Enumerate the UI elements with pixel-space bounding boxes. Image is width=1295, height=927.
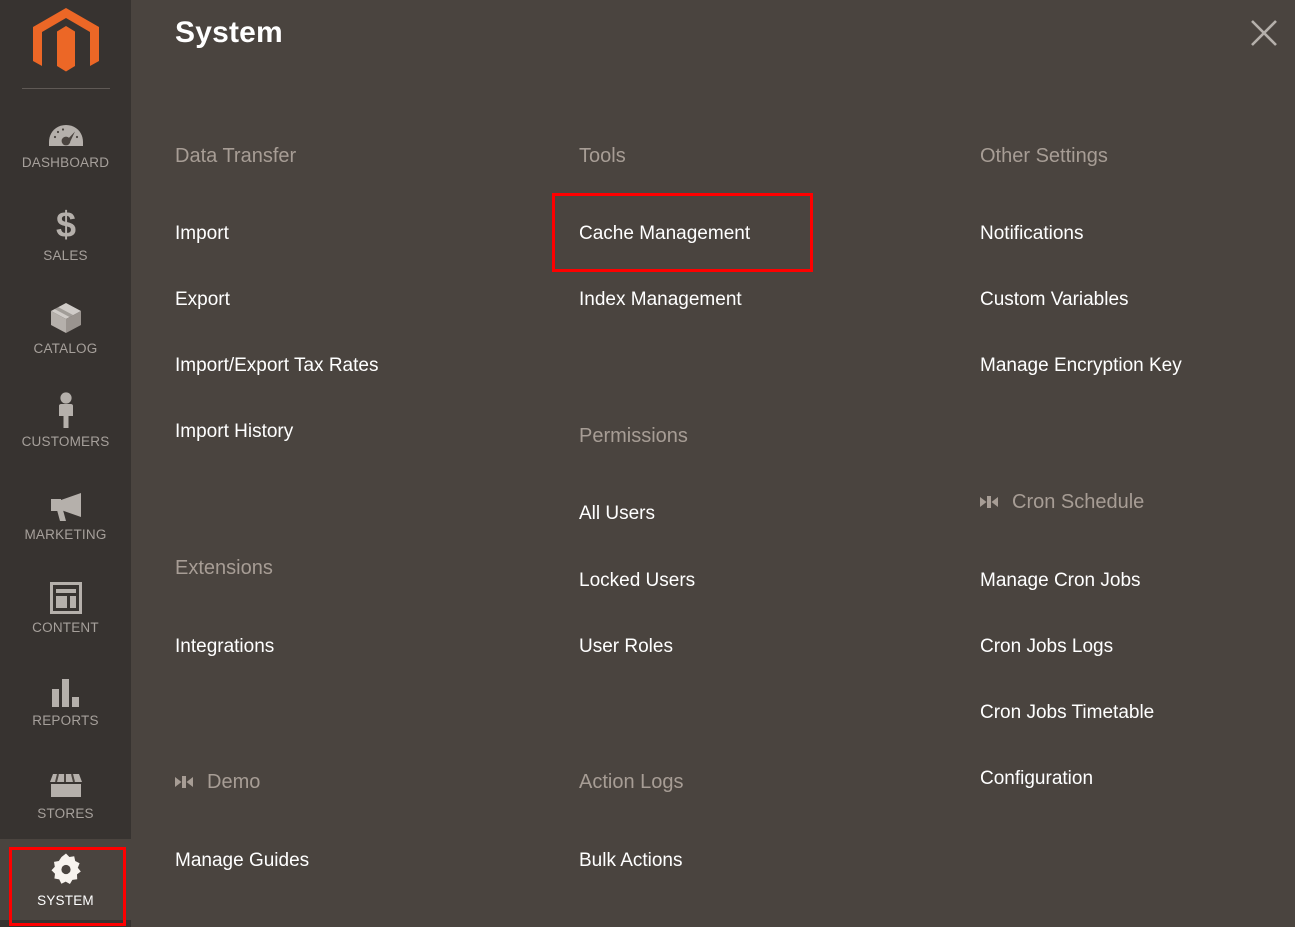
sidebar-item-label: CATALOG [33, 341, 98, 357]
menu-link-manage-guides[interactable]: Manage Guides [175, 851, 309, 870]
group-title: Action Logs [579, 772, 975, 792]
group-title-label: Demo [207, 771, 261, 793]
sidebar-item-label: CONTENT [32, 620, 99, 636]
menu-link-cache-management[interactable]: Cache Management [579, 224, 750, 243]
group-title-label: Action Logs [579, 771, 684, 793]
system-menu-panel: System Data Transfer Import Export Impor… [131, 0, 1295, 927]
menu-link-cron-jobs-logs[interactable]: Cron Jobs Logs [980, 637, 1113, 656]
sidebar-item-customers[interactable]: CUSTOMERS [0, 374, 131, 467]
sidebar-item-content[interactable]: CONTENT [0, 560, 131, 653]
group-title: Permissions [579, 426, 975, 446]
menu-link-bulk-actions[interactable]: Bulk Actions [579, 851, 683, 870]
menu-link-import[interactable]: Import [175, 224, 229, 243]
primary-sidebar: DASHBOARD $ SALES CATALOG CUSTOMERS MARK… [0, 0, 131, 927]
sidebar-item-label: STORES [37, 806, 94, 822]
sidebar-item-label: CUSTOMERS [21, 434, 110, 450]
group-title-label: Extensions [175, 557, 273, 579]
group-title: Other Settings [980, 146, 1290, 166]
megaphone-icon [47, 485, 85, 522]
group-title-label: Data Transfer [175, 145, 297, 167]
sidebar-item-label: MARKETING [24, 527, 107, 543]
group-title-label: Cron Schedule [1012, 491, 1145, 513]
menu-group-extensions: Extensions [175, 558, 575, 578]
menu-link-import-history[interactable]: Import History [175, 422, 293, 441]
group-title-label: Tools [579, 145, 626, 167]
close-icon[interactable] [1244, 13, 1284, 53]
menu-link-all-users[interactable]: All Users [579, 504, 655, 523]
person-icon [55, 392, 77, 429]
sidebar-item-label: SYSTEM [37, 893, 94, 909]
group-title: Tools [579, 146, 975, 166]
bar-chart-icon [51, 671, 81, 708]
group-title: Extensions [175, 558, 575, 578]
sidebar-item-stores[interactable]: STORES [0, 746, 131, 839]
group-title: Cron Schedule [979, 492, 1290, 512]
sidebar-item-marketing[interactable]: MARKETING [0, 467, 131, 560]
menu-group-demo: Demo [175, 772, 575, 792]
menu-link-notifications[interactable]: Notifications [980, 224, 1084, 243]
storefront-icon [48, 764, 84, 800]
menu-link-custom-variables[interactable]: Custom Variables [980, 290, 1129, 309]
sidebar-item-label: REPORTS [32, 713, 99, 729]
menu-link-user-roles[interactable]: User Roles [579, 637, 673, 656]
dollar-sign-icon: $ [53, 206, 79, 242]
sidebar-item-sales[interactable]: $ SALES [0, 188, 131, 281]
menu-link-locked-users[interactable]: Locked Users [579, 571, 695, 590]
menu-group-tools: Tools [579, 146, 975, 166]
commerce-bowtie-icon [174, 775, 194, 789]
menu-link-manage-encryption-key[interactable]: Manage Encryption Key [980, 356, 1182, 375]
menu-group-other-settings: Other Settings [980, 146, 1290, 166]
group-title: Data Transfer [175, 146, 575, 166]
menu-link-manage-cron-jobs[interactable]: Manage Cron Jobs [980, 571, 1141, 590]
menu-link-index-management[interactable]: Index Management [579, 290, 742, 309]
menu-group-action-logs: Action Logs [579, 772, 975, 792]
magento-logo[interactable] [0, 0, 131, 88]
menu-link-import-export-tax-rates[interactable]: Import/Export Tax Rates [175, 356, 378, 375]
group-title: Demo [174, 772, 575, 792]
menu-link-cron-jobs-timetable[interactable]: Cron Jobs Timetable [980, 703, 1154, 722]
dashboard-gauge-icon [48, 113, 84, 149]
sidebar-item-system[interactable]: SYSTEM [0, 839, 131, 920]
box-icon [49, 299, 83, 335]
menu-group-cron-schedule: Cron Schedule [980, 492, 1290, 512]
menu-group-permissions: Permissions [579, 426, 975, 446]
commerce-bowtie-icon [979, 495, 999, 509]
magento-logo-icon [32, 8, 99, 72]
svg-text:$: $ [55, 206, 75, 242]
sidebar-item-label: DASHBOARD [21, 155, 110, 171]
menu-link-integrations[interactable]: Integrations [175, 637, 274, 656]
group-title-label: Other Settings [980, 145, 1108, 167]
group-title-label: Permissions [579, 425, 688, 447]
sidebar-item-reports[interactable]: REPORTS [0, 653, 131, 746]
sidebar-item-dashboard[interactable]: DASHBOARD [0, 95, 131, 188]
page-title: System [175, 16, 283, 49]
sidebar-item-catalog[interactable]: CATALOG [0, 281, 131, 374]
menu-link-export[interactable]: Export [175, 290, 230, 309]
sidebar-divider [21, 88, 110, 89]
layout-icon [49, 578, 82, 615]
sidebar-item-label: SALES [43, 248, 88, 264]
gear-icon [49, 851, 83, 887]
menu-group-data-transfer: Data Transfer [175, 146, 575, 166]
menu-link-configuration[interactable]: Configuration [980, 769, 1093, 788]
